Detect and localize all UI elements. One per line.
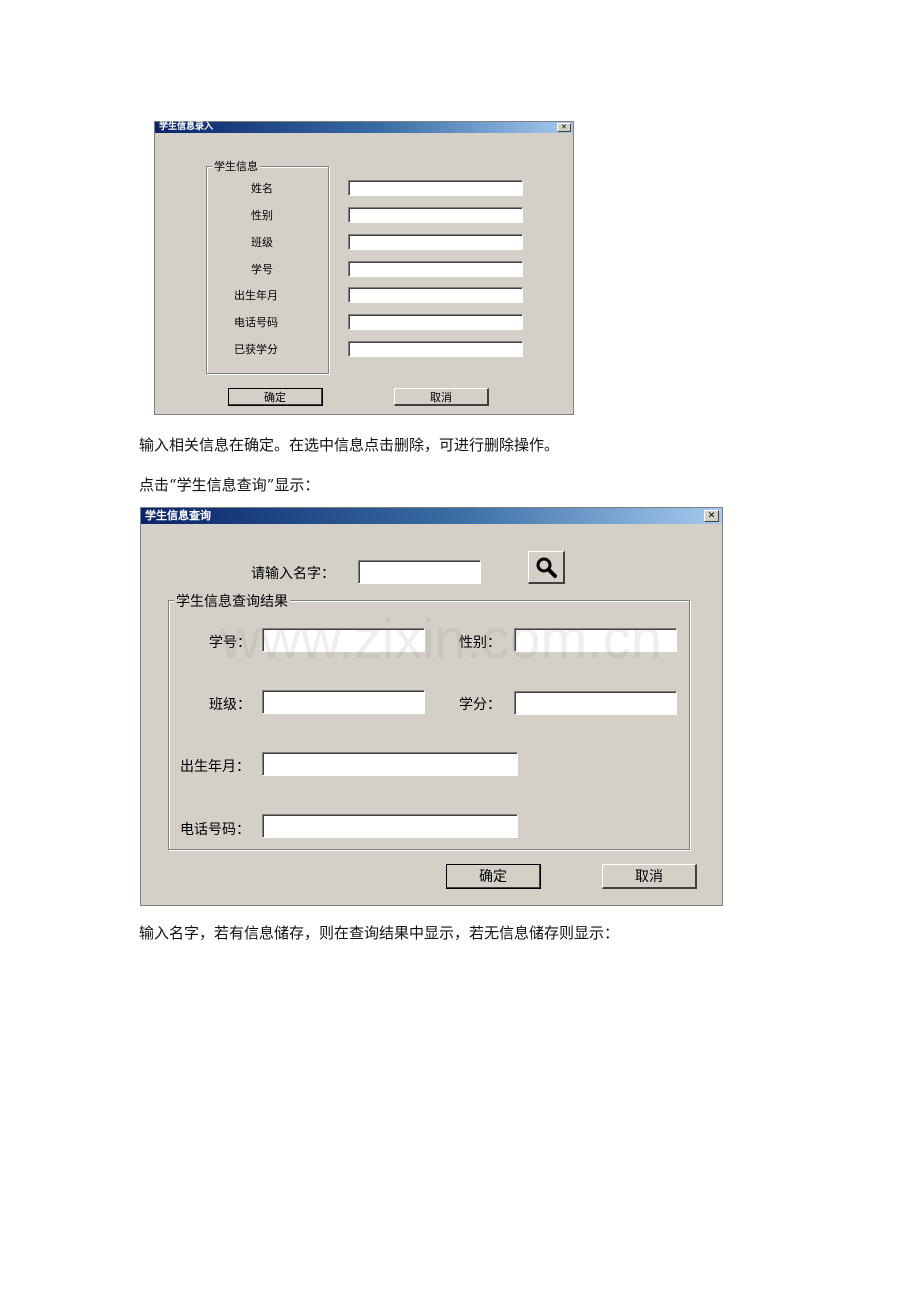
- phone-field[interactable]: [262, 814, 518, 838]
- student-entry-dialog: 学生信息录入 ✕ 学生信息 姓名 性别 班级 学号 出生年月 电话号码 已获学分…: [154, 121, 574, 415]
- class-input[interactable]: [348, 234, 523, 250]
- search-label: 请输入名字：: [251, 566, 335, 582]
- group-label: 学生信息: [212, 158, 260, 174]
- student-query-dialog: 学生信息查询 ✕ 请输入名字： 学生信息查询结果 学号： 性别： 班级： 学分：…: [140, 507, 723, 906]
- group-label: 学生信息查询结果: [174, 591, 290, 611]
- name-input[interactable]: [348, 180, 523, 196]
- search-input[interactable]: [358, 560, 481, 584]
- phone-label: 电话号码：: [180, 822, 250, 838]
- cancel-button[interactable]: 取消: [394, 388, 489, 406]
- birth-date-field[interactable]: [262, 752, 518, 776]
- title-bar: 学生信息录入 ✕: [155, 122, 573, 133]
- ok-button-label: 确定: [264, 390, 286, 404]
- birth-date-label: 出生年月: [234, 289, 278, 302]
- paragraph-query-intro: 点击“学生信息查询”显示：: [139, 476, 320, 494]
- cancel-button-label: 取消: [635, 869, 663, 885]
- search-button[interactable]: [528, 551, 565, 584]
- class-label: 班级：: [209, 697, 251, 713]
- cancel-button-label: 取消: [430, 390, 452, 404]
- dialog-title: 学生信息查询: [145, 509, 211, 522]
- class-field[interactable]: [262, 690, 425, 714]
- title-bar: 学生信息查询 ✕: [141, 508, 722, 524]
- credit-label: 学分：: [459, 697, 501, 713]
- close-icon: ✕: [561, 123, 567, 131]
- ok-button[interactable]: 确定: [446, 864, 541, 889]
- gender-label: 性别: [251, 209, 273, 222]
- ok-button-label: 确定: [479, 869, 507, 885]
- student-id-label: 学号: [251, 263, 273, 276]
- dialog-title: 学生信息录入: [159, 122, 214, 132]
- paragraph-query-result: 输入名字，若有信息储存，则在查询结果中显示，若无信息储存则显示：: [139, 924, 620, 942]
- credit-field[interactable]: [514, 691, 677, 715]
- birth-date-label: 出生年月：: [180, 759, 250, 775]
- gender-input[interactable]: [348, 207, 523, 223]
- birth-date-input[interactable]: [348, 287, 523, 303]
- credits-input[interactable]: [348, 341, 523, 357]
- credits-label: 已获学分: [234, 343, 278, 356]
- close-icon: ✕: [707, 511, 716, 521]
- paragraph-entry-instructions: 输入相关信息在确定。在选中信息点击删除，可进行删除操作。: [139, 436, 560, 454]
- student-id-field[interactable]: [262, 628, 425, 652]
- class-label: 班级: [251, 236, 273, 249]
- name-label: 姓名: [251, 182, 273, 195]
- magnifier-icon: [536, 557, 557, 578]
- cancel-button[interactable]: 取消: [602, 864, 697, 889]
- phone-input[interactable]: [348, 314, 523, 330]
- gender-label: 性别：: [459, 635, 501, 651]
- gender-field[interactable]: [514, 628, 677, 652]
- student-id-label: 学号：: [209, 635, 251, 651]
- student-id-input[interactable]: [348, 261, 523, 277]
- close-button[interactable]: ✕: [704, 510, 719, 522]
- close-button[interactable]: ✕: [557, 123, 571, 132]
- phone-label: 电话号码: [234, 316, 278, 329]
- ok-button[interactable]: 确定: [228, 388, 323, 406]
